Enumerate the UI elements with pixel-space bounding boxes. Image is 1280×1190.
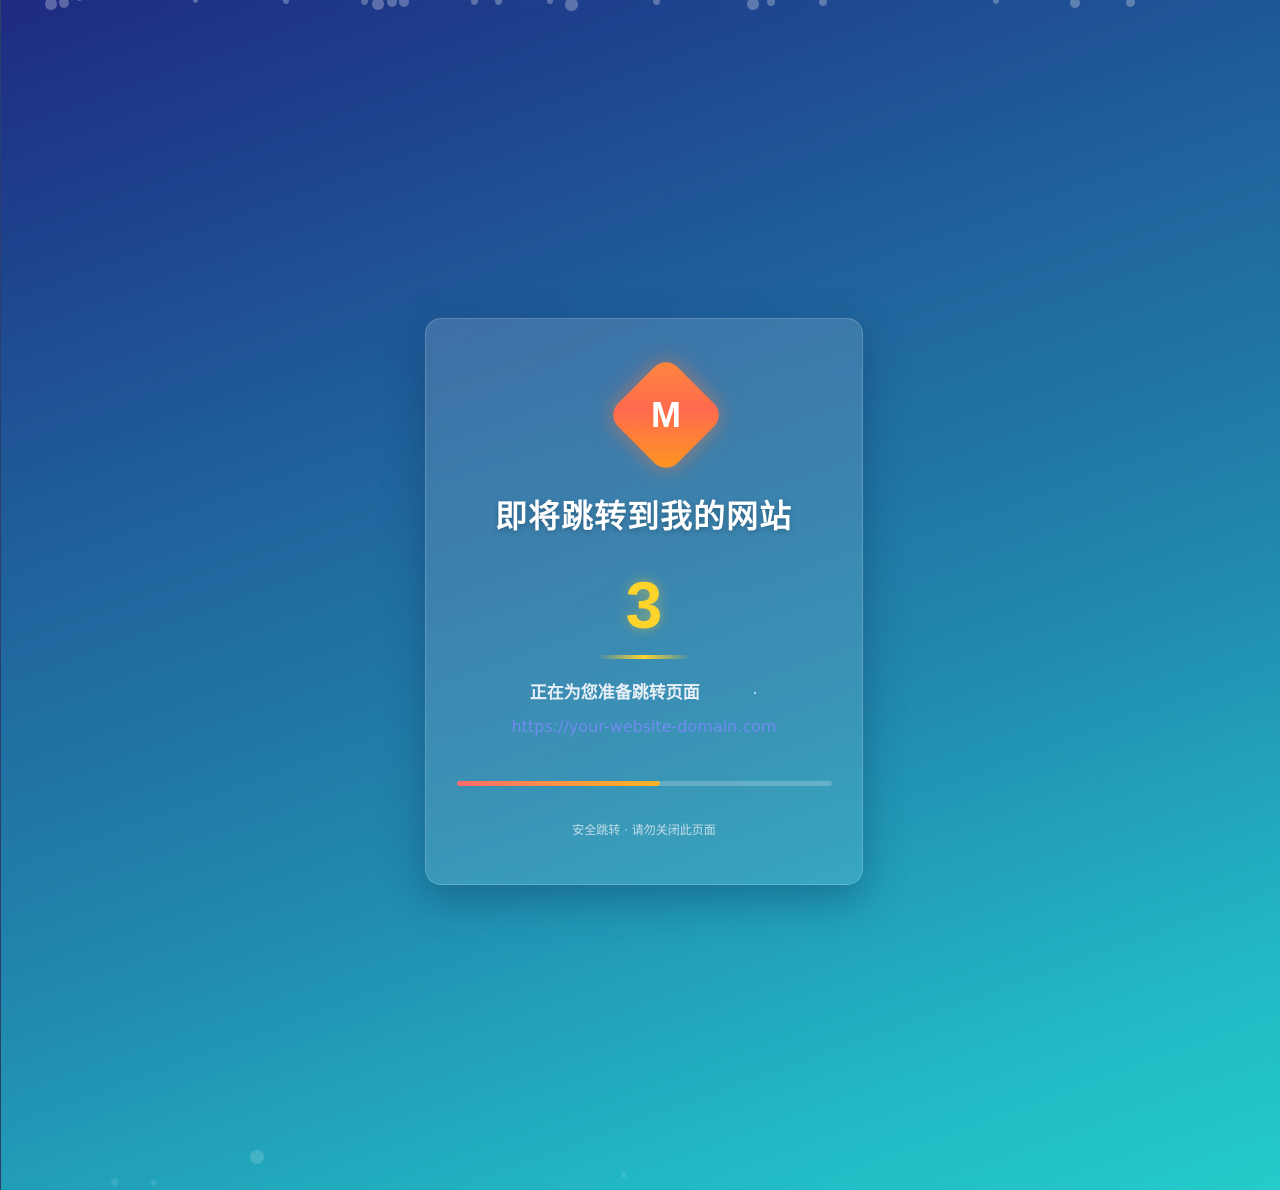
particle xyxy=(372,0,384,10)
logo-letter: M xyxy=(651,394,681,435)
particle xyxy=(59,0,69,8)
logo: M xyxy=(604,353,728,477)
particle xyxy=(767,0,775,6)
page-title: 即将跳转到我的网站 xyxy=(495,497,793,535)
countdown-underline xyxy=(598,655,690,659)
target-url-link[interactable]: https://your-website-domain.com xyxy=(426,717,862,736)
particle xyxy=(77,0,82,1)
redirect-card: M 即将跳转到我的网站 3 正在为您准备跳转页面 https://your-we… xyxy=(425,318,863,885)
progress-fill xyxy=(457,781,660,786)
footer-note: 安全跳转 · 请勿关闭此页面 xyxy=(572,823,716,837)
particle xyxy=(151,1180,157,1186)
particle xyxy=(565,0,578,11)
particle xyxy=(819,0,827,6)
status-text: 正在为您准备跳转页面 xyxy=(530,683,700,703)
particle xyxy=(993,0,999,4)
particle xyxy=(283,0,289,4)
particle xyxy=(1126,0,1135,7)
particle xyxy=(495,0,502,5)
progress-bar xyxy=(457,781,832,786)
particle xyxy=(547,0,553,4)
particle xyxy=(45,0,57,10)
particle xyxy=(387,0,397,7)
particle xyxy=(1070,0,1080,8)
particle xyxy=(471,0,478,5)
countdown-number: 3 xyxy=(625,568,663,642)
particle xyxy=(621,1172,627,1178)
loading-dot-icon xyxy=(754,692,756,694)
particle xyxy=(747,0,759,10)
particle xyxy=(193,0,198,3)
particle xyxy=(653,0,660,5)
particle xyxy=(399,0,409,7)
particle xyxy=(361,0,368,5)
particle xyxy=(111,1178,119,1186)
particle xyxy=(250,1150,264,1164)
